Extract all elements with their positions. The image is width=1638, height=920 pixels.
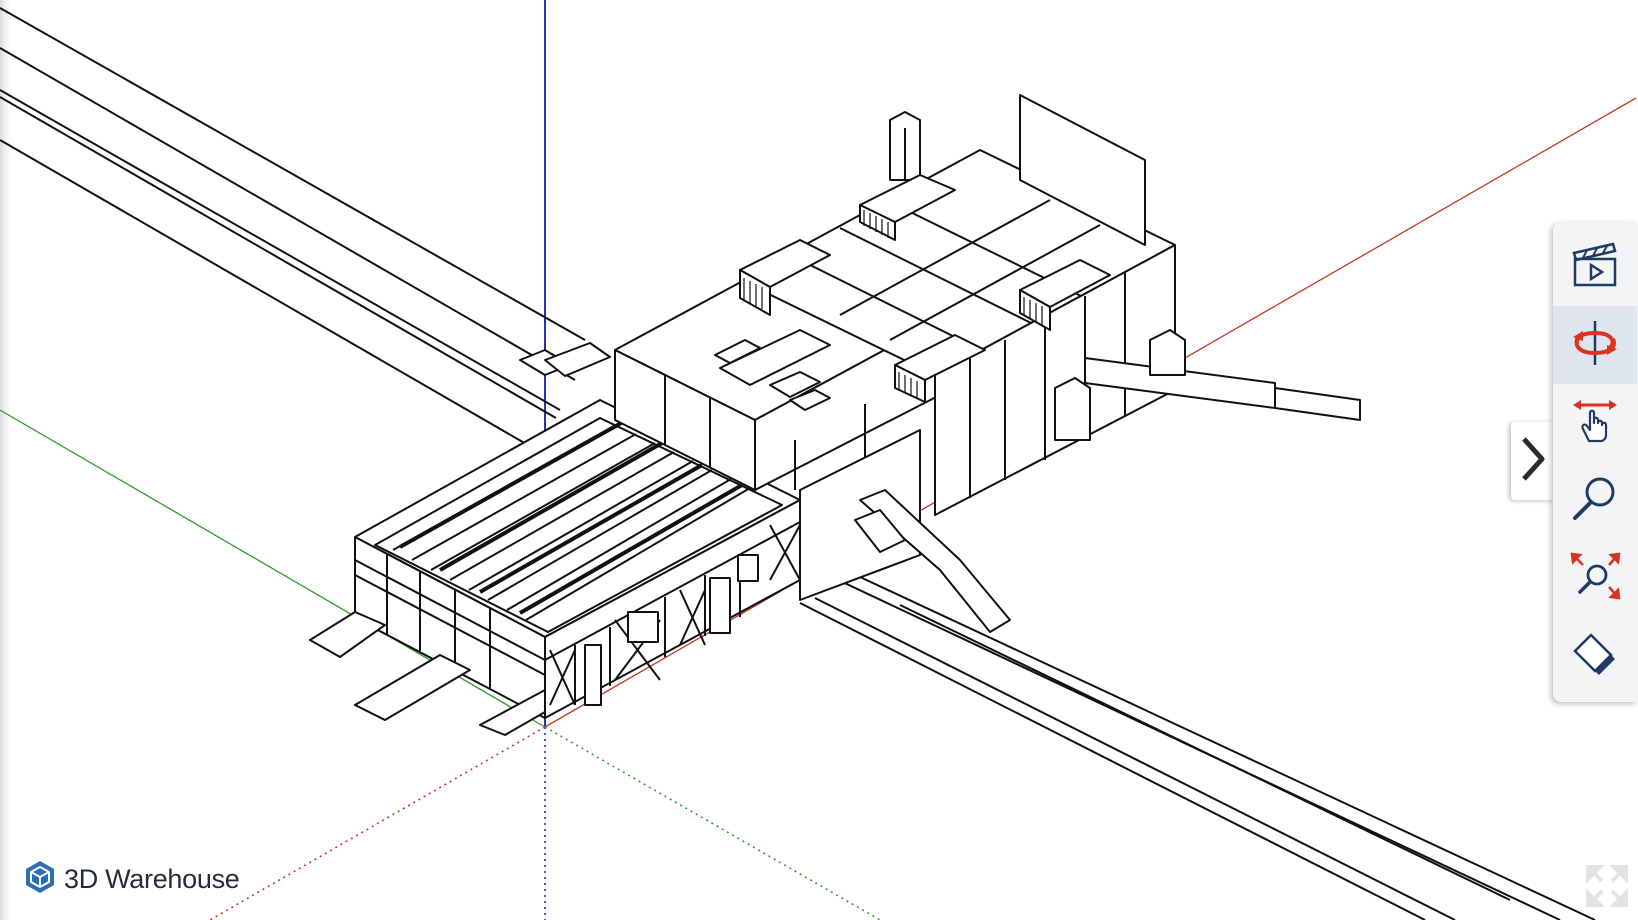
toolbar-collapse-button[interactable] <box>1511 422 1555 500</box>
red-axis-dotted <box>209 726 546 920</box>
model-axes <box>0 0 1637 920</box>
zoom-extents-button[interactable] <box>1553 540 1637 618</box>
viewer-toolbar <box>1553 222 1637 702</box>
orbit-button[interactable] <box>1553 306 1637 384</box>
building-model <box>0 7 1596 920</box>
styles-button[interactable] <box>1553 618 1637 696</box>
scenes-button[interactable] <box>1553 228 1637 306</box>
style-eraser-icon <box>1569 629 1621 686</box>
model-viewport[interactable] <box>0 0 1638 920</box>
brand-name: 3D Warehouse <box>64 864 240 894</box>
clapperboard-icon <box>1571 241 1619 294</box>
brand-watermark[interactable]: 3D Warehouse <box>24 860 240 899</box>
pan-hand-icon <box>1569 395 1621 452</box>
warehouse-cube-icon <box>24 860 56 899</box>
fullscreen-button[interactable] <box>1586 865 1628 907</box>
pan-button[interactable] <box>1553 384 1637 462</box>
green-axis-dotted <box>544 726 881 920</box>
zoom-extents-icon <box>1569 551 1621 608</box>
zoom-button[interactable] <box>1553 462 1637 540</box>
orbit-icon <box>1569 317 1621 374</box>
expand-arrows-icon <box>1586 865 1628 911</box>
magnifier-icon <box>1569 473 1621 530</box>
chevron-right-icon <box>1518 434 1548 489</box>
viewport-edge-shade <box>0 0 14 920</box>
